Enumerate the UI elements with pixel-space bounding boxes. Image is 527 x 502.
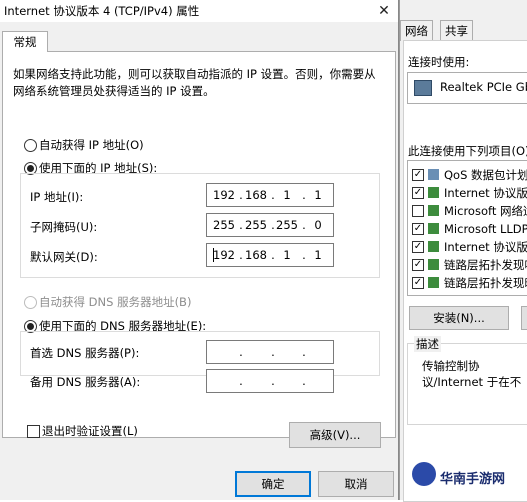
alternate-dns-input[interactable]: . . . xyxy=(206,369,334,393)
tab-general[interactable]: 常规 xyxy=(2,31,48,52)
protocol-icon xyxy=(428,223,439,234)
adapter-box: Realtek PCIe GbE xyxy=(407,72,527,104)
gateway-input[interactable]: 192 . 168 . 1 . 1 xyxy=(206,243,334,267)
item-label: Microsoft 网络适 xyxy=(444,204,527,218)
item-checkbox[interactable]: ✓ xyxy=(412,169,424,181)
item-label: Internet 协议版本 xyxy=(444,240,527,254)
ip-dot: . xyxy=(271,345,275,359)
validate-checkbox[interactable] xyxy=(27,425,40,438)
description-title: 描述 xyxy=(414,336,441,352)
list-item[interactable]: Microsoft 网络适 xyxy=(408,202,527,220)
ip-octet: 192 xyxy=(213,188,235,202)
subnet-mask-input[interactable]: 255 . 255 . 255 . 0 xyxy=(206,213,334,237)
ip-octet: 255 xyxy=(276,218,298,232)
qos-scheduler-icon xyxy=(428,169,439,180)
item-checkbox[interactable] xyxy=(412,205,424,217)
adapter-name: Realtek PCIe GbE xyxy=(440,80,527,94)
ip-dot: . xyxy=(271,374,275,388)
ip-octet: 168 xyxy=(245,188,267,202)
list-item[interactable]: ✓ Internet 协议版本 xyxy=(408,238,527,256)
ip-octet: 1 xyxy=(314,248,322,262)
item-label: Microsoft LLDP C xyxy=(444,222,527,236)
preferred-dns-input[interactable]: . . . xyxy=(206,340,334,364)
item-label: Internet 协议版本 xyxy=(444,186,527,200)
item-label: 链路层拓扑发现映 xyxy=(444,276,527,290)
dialog-title: Internet 协议版本 4 (TCP/IPv4) 属性 xyxy=(4,4,200,18)
auto-ip-radio[interactable] xyxy=(24,139,37,152)
ip-octet: 192 xyxy=(213,248,235,262)
auto-dns-label: 自动获得 DNS 服务器地址(B) xyxy=(39,295,192,309)
title-bar[interactable]: Internet 协议版本 4 (TCP/IPv4) 属性 ✕ xyxy=(0,0,398,22)
uninstall-button[interactable] xyxy=(521,306,527,330)
connect-using-label: 连接时使用: xyxy=(408,55,470,69)
item-checkbox[interactable]: ✓ xyxy=(412,241,424,253)
ip-octet: 1 xyxy=(283,188,291,202)
auto-ip-label: 自动获得 IP 地址(O) xyxy=(39,138,144,152)
item-checkbox[interactable]: ✓ xyxy=(412,259,424,271)
list-item[interactable]: ✓ Microsoft LLDP C xyxy=(408,220,527,238)
items-label: 此连接使用下列项目(O): xyxy=(408,144,527,158)
intro-text: 如果网络支持此功能，则可以获取自动指派的 IP 设置。否则，你需要从网络系统管理… xyxy=(13,67,376,98)
item-checkbox[interactable]: ✓ xyxy=(412,223,424,235)
watermark-logo-icon xyxy=(412,462,436,486)
subnet-mask-label: 子网掩码(U): xyxy=(30,220,98,234)
protocol-icon xyxy=(428,277,439,288)
protocol-icon xyxy=(428,241,439,252)
ip-octet: 0 xyxy=(314,218,322,232)
protocol-icon xyxy=(428,205,439,216)
list-item[interactable]: ✓ 链路层拓扑发现映 xyxy=(408,274,527,292)
ip-dot: . xyxy=(239,374,243,388)
ip-octet: 1 xyxy=(314,188,322,202)
tab-sharing[interactable]: 共享 xyxy=(440,20,473,41)
ip-octet: 168 xyxy=(245,248,267,262)
ip-dot: . xyxy=(239,345,243,359)
ip-dot: . xyxy=(302,345,306,359)
list-item[interactable]: ✓ Internet 协议版本 xyxy=(408,184,527,202)
ok-button[interactable]: 确定 xyxy=(235,471,311,497)
ip-address-input[interactable]: 192 . 168 . 1 . 1 xyxy=(206,183,334,207)
ipv4-properties-dialog: Internet 协议版本 4 (TCP/IPv4) 属性 ✕ 常规 如果网络支… xyxy=(0,0,399,500)
advanced-button[interactable]: 高级(V)... xyxy=(289,422,381,448)
network-properties-window: 网络 共享 连接时使用: Realtek PCIe GbE 此连接使用下列项目(… xyxy=(399,0,527,502)
cancel-button[interactable]: 取消 xyxy=(318,471,394,497)
item-checkbox[interactable]: ✓ xyxy=(412,277,424,289)
protocol-icon xyxy=(428,187,439,198)
ip-address-label: IP 地址(I): xyxy=(30,190,84,204)
close-icon[interactable]: ✕ xyxy=(374,1,394,21)
ip-octet: 255 xyxy=(245,218,267,232)
gateway-label: 默认网关(D): xyxy=(30,250,98,264)
list-item[interactable]: ✓ QoS 数据包计划程 xyxy=(408,166,527,184)
description-text: 传输控制协议/Internet 于在不同的相互连接的 xyxy=(422,359,522,392)
list-item[interactable]: ✓ 链路层拓扑发现响 xyxy=(408,256,527,274)
item-checkbox[interactable]: ✓ xyxy=(412,187,424,199)
ip-octet: 1 xyxy=(283,248,291,262)
component-list[interactable]: ✓ QoS 数据包计划程 ✓ Internet 协议版本 Microsoft 网… xyxy=(407,160,527,296)
install-button[interactable]: 安装(N)... xyxy=(409,306,509,330)
protocol-icon xyxy=(428,259,439,270)
auto-dns-radio[interactable] xyxy=(24,296,37,309)
network-adapter-icon xyxy=(414,80,432,96)
ip-octet: 255 xyxy=(213,218,235,232)
preferred-dns-label: 首选 DNS 服务器(P): xyxy=(30,346,140,360)
ip-dot: . xyxy=(302,374,306,388)
description-group: 描述 传输控制协议/Internet 于在不同的相互连接的 xyxy=(407,336,527,425)
watermark-text: 华南手游网 xyxy=(440,472,506,487)
item-label: QoS 数据包计划程 xyxy=(444,168,527,182)
item-label: 链路层拓扑发现响 xyxy=(444,258,527,272)
alternate-dns-label: 备用 DNS 服务器(A): xyxy=(30,375,141,389)
validate-label: 退出时验证设置(L) xyxy=(42,424,138,438)
tab-network[interactable]: 网络 xyxy=(400,20,433,41)
